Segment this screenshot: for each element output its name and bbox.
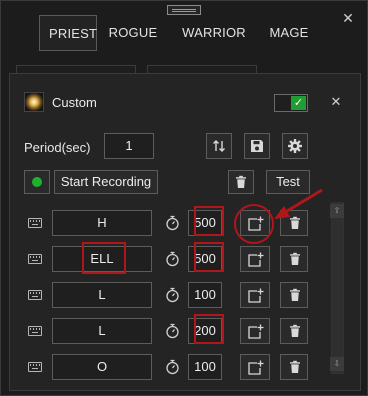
stopwatch-icon — [166, 359, 179, 375]
insert-row-button[interactable] — [240, 282, 270, 308]
settings-button[interactable] — [282, 133, 308, 159]
scroll-down-icon[interactable]: ⇩ — [330, 357, 344, 371]
key-row: L 100 — [10, 282, 362, 310]
keyboard-icon — [28, 254, 42, 264]
tab-priest[interactable]: PRIEST — [39, 15, 97, 51]
trash-icon — [290, 288, 300, 301]
delete-row-button[interactable] — [280, 354, 308, 380]
stopwatch-icon — [166, 251, 179, 267]
recording-status-indicator[interactable] — [24, 170, 50, 194]
key-input[interactable]: ELL — [52, 246, 152, 272]
stopwatch-icon — [166, 323, 179, 339]
save-icon — [251, 140, 263, 152]
key-input[interactable]: O — [52, 354, 152, 380]
tab-mage[interactable]: MAGE — [259, 15, 319, 51]
trash-icon — [290, 360, 300, 373]
key-row: ELL 500 — [10, 246, 362, 274]
trash-icon — [290, 324, 300, 337]
key-row: L 200 — [10, 318, 362, 346]
add-box-icon — [248, 360, 264, 375]
add-box-icon — [248, 324, 264, 339]
close-window-button[interactable]: ✕ — [340, 10, 356, 26]
class-tabs: PRIEST ROGUE WARRIOR MAGE — [39, 15, 319, 51]
macro-panel: Custom ✓ ✕ Period(sec) 1 Start Recording… — [9, 73, 361, 391]
delete-row-button[interactable] — [280, 282, 308, 308]
insert-row-button[interactable] — [240, 318, 270, 344]
sort-button[interactable] — [206, 133, 232, 159]
key-input[interactable]: H — [52, 210, 152, 236]
tab-warrior[interactable]: WARRIOR — [169, 15, 259, 51]
stopwatch-icon — [166, 215, 179, 231]
delay-input[interactable]: 100 — [188, 354, 222, 380]
insert-row-button[interactable] — [240, 246, 270, 272]
add-box-icon — [248, 216, 264, 231]
keyboard-icon — [28, 290, 42, 300]
app-window: ✕ PRIEST ROGUE WARRIOR MAGE Custom ✓ ✕ P… — [0, 0, 368, 396]
macro-title: Custom — [52, 95, 97, 110]
clear-all-button[interactable] — [228, 170, 254, 194]
delay-input[interactable]: 500 — [188, 246, 222, 272]
gear-icon — [288, 139, 302, 153]
spark-icon — [24, 92, 44, 112]
save-button[interactable] — [244, 133, 270, 159]
tab-rogue[interactable]: ROGUE — [97, 15, 169, 51]
scrollbar-thumb[interactable] — [331, 202, 344, 374]
enable-toggle[interactable]: ✓ — [274, 94, 308, 112]
delete-row-button[interactable] — [280, 318, 308, 344]
close-panel-button[interactable]: ✕ — [328, 94, 344, 110]
add-box-icon — [248, 288, 264, 303]
key-input[interactable]: L — [52, 282, 152, 308]
add-box-icon — [248, 252, 264, 267]
start-recording-button[interactable]: Start Recording — [54, 170, 158, 194]
keyboard-icon — [28, 326, 42, 336]
trash-icon — [236, 175, 246, 188]
period-label: Period(sec) — [24, 140, 91, 155]
stopwatch-icon — [166, 287, 179, 303]
delay-input[interactable]: 100 — [188, 282, 222, 308]
drag-handle[interactable] — [167, 5, 201, 15]
key-row: O 100 — [10, 354, 362, 382]
insert-row-button[interactable] — [240, 210, 270, 236]
sort-updown-icon — [213, 140, 225, 152]
delete-row-button[interactable] — [280, 246, 308, 272]
insert-row-button[interactable] — [240, 354, 270, 380]
period-input[interactable]: 1 — [104, 133, 154, 159]
keyboard-icon — [28, 362, 42, 372]
key-input[interactable]: L — [52, 318, 152, 344]
delay-input[interactable]: 500 — [188, 210, 222, 236]
check-icon: ✓ — [291, 96, 306, 110]
trash-icon — [290, 252, 300, 265]
keyboard-icon — [28, 218, 42, 228]
delay-input[interactable]: 200 — [188, 318, 222, 344]
scroll-up-icon[interactable]: ⇧ — [330, 204, 344, 218]
annotation-arrow-icon — [274, 188, 323, 219]
